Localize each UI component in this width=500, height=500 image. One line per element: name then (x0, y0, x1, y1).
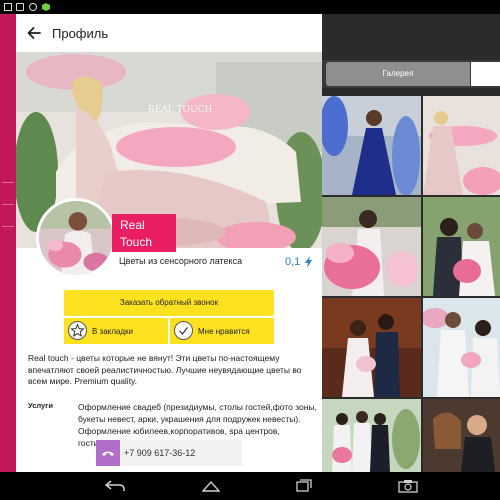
gallery-panel: Галерея (322, 14, 500, 472)
profile-panel: Профиль REAL TOUCH Real Touch Цветы из с… (16, 14, 322, 472)
drawer-divider (2, 182, 14, 183)
drawer-divider (2, 204, 14, 205)
gallery-photo[interactable] (423, 197, 500, 296)
drawer-divider (2, 226, 14, 227)
check-icon-wrap (174, 321, 193, 340)
system-nav-bar (0, 472, 500, 500)
page-title: Профиль (52, 26, 109, 41)
brand-name-line1: Real (120, 218, 145, 232)
nav-back-icon[interactable] (104, 480, 126, 492)
gallery-photo[interactable] (322, 197, 421, 296)
status-bar (0, 0, 500, 14)
phone-icon-box (96, 440, 120, 466)
rating-value: 0,1 (285, 256, 301, 268)
hero-watermark: REAL TOUCH (148, 105, 213, 115)
star-icon (70, 323, 85, 337)
callback-button[interactable]: Заказать обратный звонок (64, 290, 274, 316)
bolt-icon (305, 256, 312, 268)
notification-icon (4, 3, 12, 11)
app-bar: Профиль (16, 14, 322, 52)
gallery-tabbar: Галерея (322, 60, 500, 88)
gallery-photo[interactable] (423, 96, 500, 195)
tab-gallery[interactable]: Галерея (326, 62, 470, 86)
check-icon (179, 327, 188, 335)
notification-icon (16, 3, 24, 11)
nav-screenshot-icon[interactable] (398, 479, 418, 493)
phone-number: +7 909 617-36-12 (124, 448, 196, 458)
nav-home-icon[interactable] (202, 480, 220, 492)
gallery-photo[interactable] (322, 298, 421, 397)
app-notification-icon (42, 3, 50, 11)
gallery-header-spacer (322, 14, 500, 60)
avatar[interactable] (36, 198, 116, 278)
app-screen: Профиль REAL TOUCH Real Touch Цветы из с… (0, 0, 500, 500)
notification-icon (29, 3, 37, 11)
star-icon-wrap (68, 321, 87, 340)
back-arrow-icon[interactable] (26, 25, 42, 41)
callback-label: Заказать обратный звонок (119, 298, 219, 307)
like-label: Мне нравится (198, 327, 250, 336)
brand-name-line2: Touch (120, 235, 153, 249)
gallery-photo[interactable] (322, 96, 421, 195)
brand-subtitle: Цветы из сенсорного латекса (119, 256, 243, 266)
services-label: Услуги (28, 401, 53, 410)
phone-contact-row[interactable]: +7 909 617-36-12 (96, 440, 242, 466)
gallery-photo[interactable] (423, 399, 500, 472)
nav-recent-icon[interactable] (296, 479, 312, 492)
tab-gallery-label: Галерея (382, 69, 414, 78)
brand-badge: Real Touch (112, 214, 176, 252)
side-drawer-edge[interactable] (0, 14, 16, 472)
gallery-photo[interactable] (423, 298, 500, 397)
favorites-label: В закладки (92, 327, 134, 336)
phone-icon (102, 451, 114, 456)
gallery-photo[interactable] (322, 399, 421, 472)
like-button[interactable]: Мне нравится (170, 318, 274, 344)
tab-secondary[interactable] (471, 62, 500, 86)
favorites-button[interactable]: В закладки (64, 318, 168, 344)
description-text: Real touch - цветы которые не вянут! Эти… (28, 353, 302, 386)
